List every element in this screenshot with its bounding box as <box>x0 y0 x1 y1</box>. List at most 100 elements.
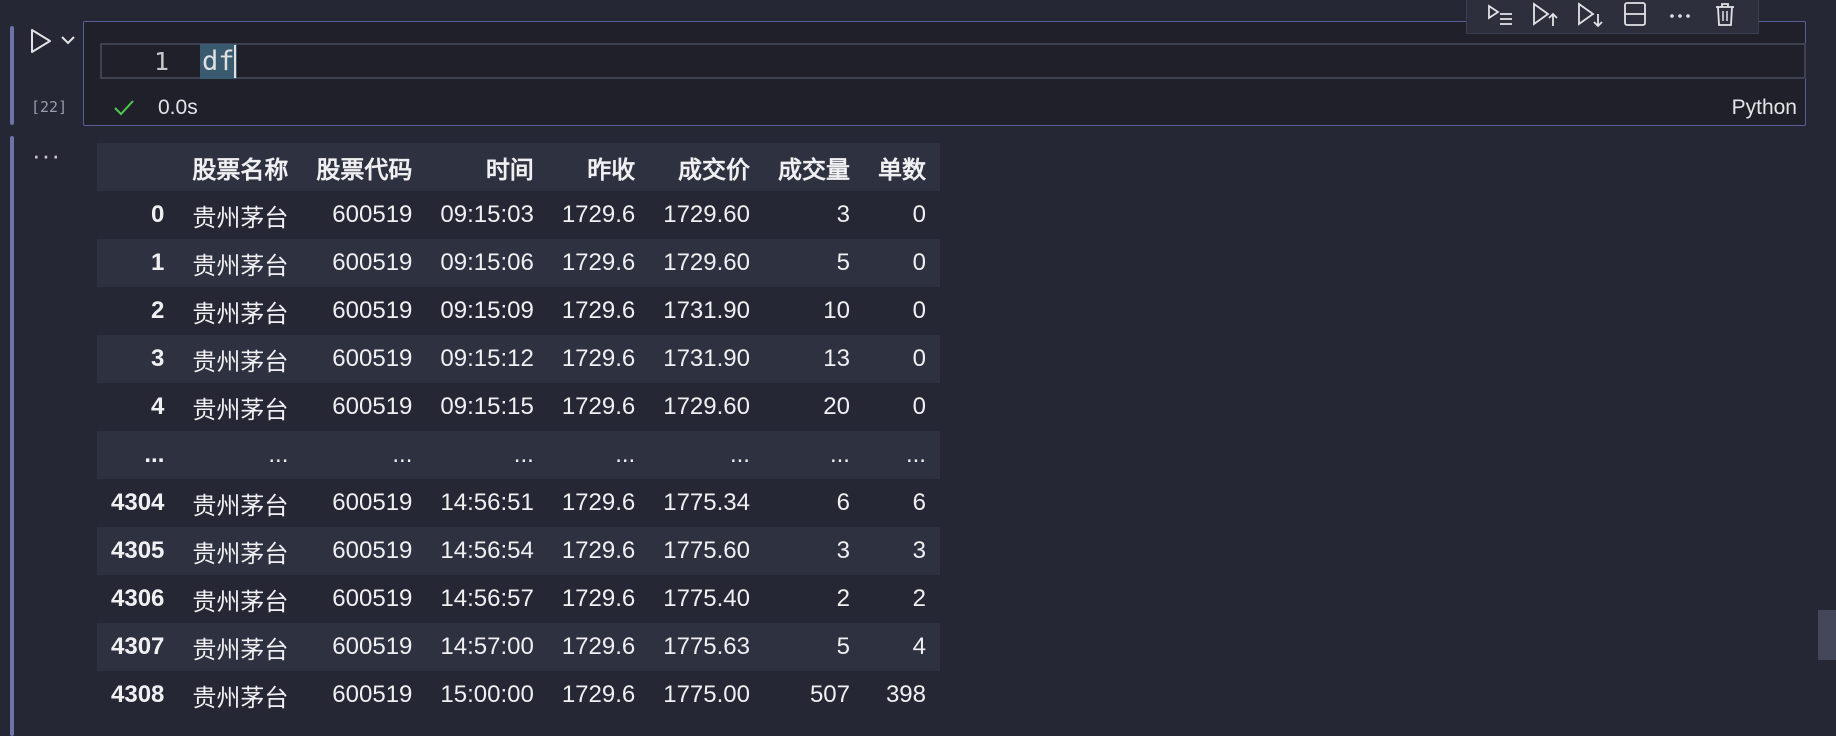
table-cell: 0 <box>912 345 926 372</box>
table-cell: 15:00:00 <box>440 681 534 708</box>
table-row: 4307 贵州茅台 600519 14:57:00 1729.6 1775.63 5 4 <box>97 623 940 671</box>
delete-icon <box>1716 3 1735 26</box>
table-cell: 贵州茅台 <box>192 300 289 328</box>
code-editor[interactable] <box>100 43 1806 79</box>
table-row: 0 贵州茅台 600519 09:15:03 1729.6 1729.60 3 0 <box>97 191 940 239</box>
table-cell: 1729.6 <box>561 345 636 372</box>
table-cell: 3 <box>836 537 850 564</box>
table-row: 4 贵州茅台 600519 09:15:15 1729.6 1729.60 20 0 <box>97 383 940 431</box>
row-index: 4308 <box>111 681 165 708</box>
table-header-row: 股票名称 股票代码 时间 昨收 成交价 成交量 单数 <box>97 143 940 191</box>
table-cell: 0 <box>912 249 926 276</box>
table-row: ........................ <box>97 431 940 479</box>
table-cell: 1731.90 <box>663 345 750 372</box>
execute-below-button[interactable] <box>1575 0 1605 29</box>
table-cell: 1775.40 <box>663 585 750 612</box>
table-cell: 14:56:54 <box>440 537 534 564</box>
execution-time: 0.0s <box>158 96 198 119</box>
kernel-language-button[interactable]: Python <box>1732 96 1797 120</box>
table-cell: 1729.6 <box>561 633 636 660</box>
table-cell: 2 <box>912 585 926 612</box>
table-cell: ... <box>829 441 850 468</box>
table-cell: 0 <box>912 201 926 228</box>
table-cell: 1729.6 <box>561 585 636 612</box>
execution-count: [22] <box>31 98 68 116</box>
table-cell: 1775.60 <box>663 537 750 564</box>
column-header: 昨收 <box>587 156 636 184</box>
more-actions-button[interactable] <box>1665 0 1695 29</box>
table-cell: 0 <box>912 297 926 324</box>
table-row: 2 贵州茅台 600519 09:15:09 1729.6 1731.90 10 0 <box>97 287 940 335</box>
table-cell: 600519 <box>332 345 413 372</box>
execute-below-icon <box>1577 2 1603 28</box>
table-cell: 贵州茅台 <box>192 348 289 376</box>
column-header: 股票名称 <box>192 156 289 184</box>
execute-above-button[interactable] <box>1530 0 1560 29</box>
table-row: 1 贵州茅台 600519 09:15:06 1729.6 1729.60 5 0 <box>97 239 940 287</box>
table-cell: 1775.34 <box>663 489 750 516</box>
table-cell: 6 <box>836 489 850 516</box>
split-cell-button[interactable] <box>1620 0 1650 29</box>
table-cell: 600519 <box>332 201 413 228</box>
table-row: 4305 贵州茅台 600519 14:56:54 1729.6 1775.60 3 3 <box>97 527 940 575</box>
table-cell: 1729.6 <box>561 393 636 420</box>
play-icon <box>31 29 51 53</box>
index-header <box>97 143 178 191</box>
table-cell: 13 <box>823 345 850 372</box>
table-cell: 贵州茅台 <box>192 252 289 280</box>
column-header: 股票代码 <box>316 156 413 184</box>
run-cell-button[interactable] <box>26 26 56 56</box>
dataframe-table: 股票名称 股票代码 时间 昨收 成交价 成交量 单数 0 贵州茅台 600519 09:15:03… <box>97 143 940 719</box>
table-cell: 1775.63 <box>663 633 750 660</box>
code-text[interactable]: df <box>200 44 237 79</box>
column-header: 成交量 <box>777 156 850 184</box>
row-index: 4306 <box>111 585 165 612</box>
table-cell: 贵州茅台 <box>192 588 289 616</box>
run-by-line-button[interactable] <box>1485 0 1515 29</box>
table-cell: 贵州茅台 <box>192 204 289 232</box>
table-cell: 3 <box>912 537 926 564</box>
row-index: ... <box>144 441 165 468</box>
column-header: 单数 <box>877 156 926 184</box>
table-cell: 600519 <box>332 537 413 564</box>
table-cell: 09:15:09 <box>440 297 534 324</box>
table-cell: 14:56:57 <box>440 585 534 612</box>
output-more-button[interactable]: ··· <box>32 142 61 168</box>
table-cell: 5 <box>836 249 850 276</box>
table-cell: 1729.6 <box>561 201 636 228</box>
table-cell: ... <box>392 441 413 468</box>
table-cell: 0 <box>912 393 926 420</box>
row-index: 3 <box>151 345 165 372</box>
table-cell: 1729.6 <box>561 489 636 516</box>
split-cell-icon <box>1624 2 1646 26</box>
table-cell: 贵州茅台 <box>192 540 289 568</box>
run-options-button[interactable] <box>58 30 78 50</box>
success-status <box>112 96 136 120</box>
row-index: 1 <box>151 249 165 276</box>
table-cell: 14:56:51 <box>440 489 534 516</box>
chevron-down-icon <box>61 36 75 45</box>
more-icon <box>1670 14 1691 18</box>
column-header: 时间 <box>485 156 534 184</box>
table-cell: 5 <box>836 633 850 660</box>
table-row: 4306 贵州茅台 600519 14:56:57 1729.6 1775.40 2 2 <box>97 575 940 623</box>
delete-cell-button[interactable] <box>1710 0 1740 29</box>
table-cell: 1729.60 <box>663 249 750 276</box>
table-cell: 贵州茅台 <box>192 636 289 664</box>
table-cell: 600519 <box>332 393 413 420</box>
table-row: 4308 贵州茅台 600519 15:00:00 1729.6 1775.00 507 39… <box>97 671 940 719</box>
column-header: 成交价 <box>677 156 750 184</box>
table-cell: 09:15:03 <box>440 201 534 228</box>
scrollbar-thumb[interactable] <box>1818 610 1836 660</box>
table-row: 4304 贵州茅台 600519 14:56:51 1729.6 1775.34 6 6 <box>97 479 940 527</box>
table-cell: 1729.6 <box>561 297 636 324</box>
table-cell: 1729.60 <box>663 393 750 420</box>
run-by-line-icon <box>1487 4 1512 25</box>
table-cell: 398 <box>885 681 926 708</box>
table-cell: ... <box>268 441 289 468</box>
table-cell: 20 <box>823 393 850 420</box>
table-cell: 09:15:06 <box>440 249 534 276</box>
row-index: 4307 <box>111 633 165 660</box>
table-cell: 600519 <box>332 489 413 516</box>
table-cell: ... <box>729 441 750 468</box>
